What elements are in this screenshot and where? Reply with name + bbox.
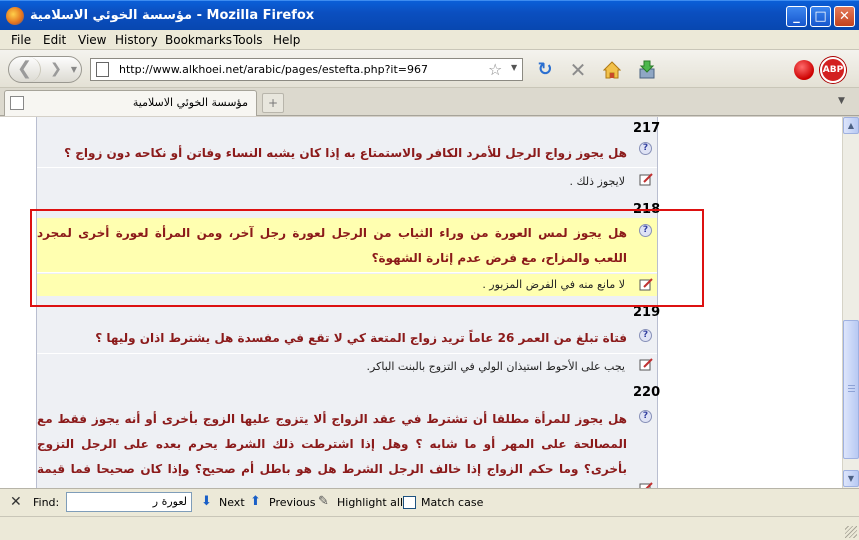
url-text[interactable]: http://www.alkhoei.net/arabic/pages/este…: [119, 63, 428, 76]
answer-text: لايجوز ذلك .: [569, 175, 625, 188]
list-tabs-icon[interactable]: ▼: [838, 96, 845, 106]
arrow-up-icon[interactable]: ⬆: [250, 494, 261, 509]
title-bar: مؤسسة الخوئي الاسلامية - Mozilla Firefox…: [0, 0, 859, 30]
find-previous-button[interactable]: Previous: [269, 496, 316, 509]
back-forward-group: ❮ ❯ ▼: [8, 56, 82, 83]
question-icon: ?: [639, 142, 652, 155]
menu-bar: File Edit View History Bookmarks Tools H…: [0, 30, 859, 50]
question-row: هل يجوز زواج الرجل للأمرد الكافر والاستم…: [37, 139, 657, 167]
adblock-icon[interactable]: ABP: [820, 57, 846, 83]
back-button[interactable]: ❮: [9, 57, 41, 82]
question-text: هل يجوز زواج الرجل للأمرد الكافر والاستم…: [64, 146, 627, 160]
scroll-down-button[interactable]: ▼: [843, 470, 859, 487]
extension-icon[interactable]: [794, 60, 814, 80]
annotation-highlight-box: [30, 209, 704, 307]
thumb-grip: [848, 388, 855, 389]
question-icon: ?: [639, 410, 652, 423]
highlighter-icon[interactable]: ✎: [318, 494, 329, 509]
entry-number: 217: [633, 121, 661, 136]
answer-icon: [639, 173, 653, 186]
new-tab-button[interactable]: +: [262, 93, 284, 113]
maximize-button[interactable]: □: [810, 6, 831, 27]
scroll-thumb[interactable]: [843, 320, 859, 459]
menu-edit[interactable]: Edit: [43, 33, 66, 47]
question-text: فتاة تبلغ من العمر 26 عاماً تريد زواج ال…: [95, 331, 627, 345]
firefox-icon: [6, 7, 24, 25]
tab-strip: مؤسسة الخوئي الاسلامية + ▼: [0, 88, 859, 116]
navigation-toolbar: ❮ ❯ ▼ http://www.alkhoei.net/arabic/page…: [0, 50, 859, 88]
question-icon: ?: [639, 329, 652, 342]
scroll-up-button[interactable]: ▲: [843, 117, 859, 134]
url-bar[interactable]: http://www.alkhoei.net/arabic/pages/este…: [90, 58, 523, 81]
resize-grip[interactable]: [845, 526, 857, 538]
page-favicon-icon: [10, 96, 24, 110]
page-content: 217 هل يجوز زواج الرجل للأمرد الكافر وال…: [0, 117, 842, 488]
answer-text: يجب على الأحوط استيذان الولي في التزوج ب…: [366, 360, 625, 373]
find-bar: ✕ Find: لعورة ر ⬇ Next ⬆ Previous ✎ High…: [0, 488, 859, 516]
find-input[interactable]: لعورة ر: [66, 492, 192, 512]
tab-active[interactable]: مؤسسة الخوئي الاسلامية: [4, 90, 257, 116]
download-icon[interactable]: [636, 59, 658, 81]
find-close-button[interactable]: ✕: [10, 494, 22, 510]
home-icon[interactable]: [601, 59, 623, 81]
history-dropdown-icon[interactable]: ▼: [67, 57, 81, 82]
arrow-down-icon[interactable]: ⬇: [201, 494, 212, 509]
reload-icon[interactable]: ↻: [534, 59, 556, 81]
question-row: هل يجوز للمرأة مطلقا أن تشترط في عقد الز…: [37, 405, 657, 488]
answer-icon: [639, 482, 653, 488]
match-case-label[interactable]: Match case: [421, 496, 483, 509]
entry-number: 219: [633, 305, 661, 320]
divider: [37, 353, 657, 354]
question-row: فتاة تبلغ من العمر 26 عاماً تريد زواج ال…: [37, 323, 657, 353]
menu-file[interactable]: File: [11, 33, 31, 47]
match-case-checkbox[interactable]: [403, 496, 416, 509]
window-title: مؤسسة الخوئي الاسلامية - Mozilla Firefox: [30, 8, 315, 23]
question-text: هل يجوز للمرأة مطلقا أن تشترط في عقد الز…: [37, 412, 627, 488]
menu-view[interactable]: View: [78, 33, 106, 47]
url-dropdown-icon[interactable]: ▼: [511, 63, 517, 72]
find-next-button[interactable]: Next: [219, 496, 245, 509]
divider: [37, 167, 657, 168]
thumb-grip: [848, 385, 855, 386]
answer-icon: [639, 358, 653, 371]
page-icon: [96, 62, 109, 77]
forward-button[interactable]: ❯: [45, 57, 67, 82]
tab-title: مؤسسة الخوئي الاسلامية: [132, 96, 248, 109]
menu-history[interactable]: History: [115, 33, 158, 47]
menu-bookmarks[interactable]: Bookmarks: [165, 33, 232, 47]
entry-number: 220: [633, 385, 661, 400]
menu-tools[interactable]: Tools: [233, 33, 263, 47]
minimize-button[interactable]: _: [786, 6, 807, 27]
find-label: Find:: [33, 496, 60, 509]
stop-icon[interactable]: ✕: [567, 59, 589, 81]
bookmark-star-icon[interactable]: ☆: [488, 60, 502, 79]
status-bar: [0, 516, 859, 540]
answer-row: لايجوز ذلك .: [37, 169, 657, 193]
vertical-scrollbar[interactable]: ▲ ▼: [842, 117, 859, 488]
highlight-all-button[interactable]: Highlight all: [337, 496, 403, 509]
answer-row: يجب على الأحوط استيذان الولي في التزوج ب…: [37, 355, 657, 379]
close-button[interactable]: ✕: [834, 6, 855, 27]
thumb-grip: [848, 391, 855, 392]
menu-help[interactable]: Help: [273, 33, 300, 47]
